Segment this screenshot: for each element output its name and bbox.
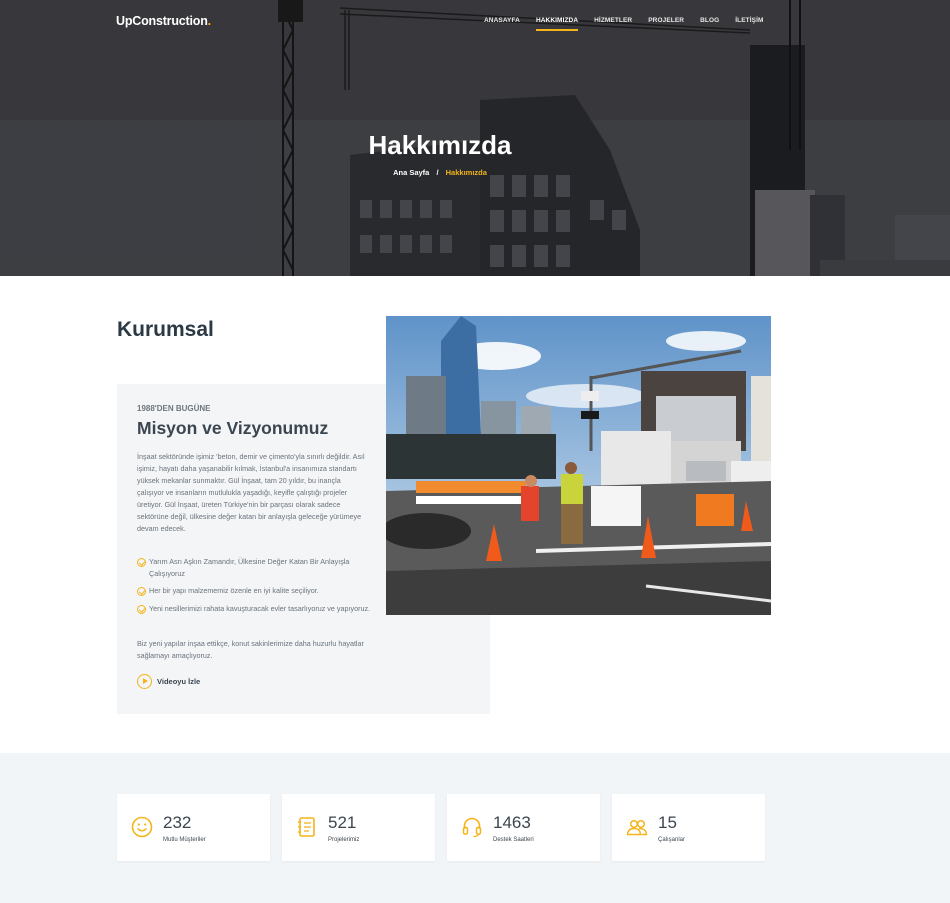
people-icon (626, 819, 648, 836)
mission-eyebrow: 1988'DEN BUGÜNE (137, 404, 211, 413)
main-nav: ANASAYFA HAKKIMIZDA HİZMETLER PROJELER B… (484, 17, 780, 31)
breadcrumb-separator: / (436, 168, 439, 177)
brand-dot: . (207, 14, 212, 28)
nav-item-blog[interactable]: BLOG (700, 17, 719, 24)
mission-paragraph: İnşaat sektöründe işimiz 'beton, demir v… (137, 452, 365, 533)
check-item-text: Yarım Asrı Aşkın Zamandır, Ülkesine Değe… (149, 557, 350, 578)
check-circle-icon (137, 605, 146, 614)
stat-label: Projelerimiz (328, 837, 360, 843)
check-item: Her bir yapı malzememiz özenle en iyi ka… (137, 585, 377, 597)
stat-card: 232 Mutlu Müşteriler (117, 794, 270, 861)
check-circle-icon (137, 558, 146, 567)
watch-video-button[interactable]: Videoyu İzle (137, 674, 200, 689)
stat-card: 1463 Destek Saatleri (447, 794, 600, 861)
journal-icon (298, 817, 315, 837)
check-item: Yeni nesillerimizi rahata kavuşturacak e… (137, 603, 377, 615)
watch-video-label: Videoyu İzle (157, 677, 201, 686)
stat-label: Destek Saatleri (493, 837, 534, 843)
nav-item-projeler[interactable]: PROJELER (648, 17, 684, 24)
mission-heading: Misyon ve Vizyonumuz (137, 418, 329, 438)
check-item-text: Yeni nesillerimizi rahata kavuşturacak e… (149, 604, 371, 613)
construction-site-image (386, 316, 771, 615)
headset-icon (462, 817, 482, 838)
breadcrumb-home[interactable]: Ana Sayfa (393, 168, 429, 177)
stat-label: Çalışanlar (658, 837, 686, 843)
nav-item-anasayfa[interactable]: ANASAYFA (484, 17, 520, 24)
mission-paragraph-2: Biz yeni yapılar inşaa ettikçe, konut sa… (137, 639, 364, 660)
stat-value: 1463 (493, 813, 531, 832)
check-item: Yarım Asrı Aşkın Zamandır, Ülkesine Değe… (137, 556, 377, 579)
stat-label: Mutlu Müşteriler (163, 837, 206, 843)
brand-logo[interactable]: UpConstruction. (116, 14, 211, 28)
nav-item-hizmetler[interactable]: HİZMETLER (594, 17, 632, 24)
stat-value: 15 (658, 813, 677, 832)
nav-item-hakkimizda[interactable]: HAKKIMIZDA (535, 17, 579, 31)
section-title: Kurumsal (117, 318, 214, 341)
hero-banner: UpConstruction. ANASAYFA HAKKIMIZDA HİZM… (0, 0, 950, 276)
stat-value: 521 (328, 813, 357, 832)
play-icon (137, 674, 152, 689)
stat-card: 521 Projelerimiz (282, 794, 435, 861)
stat-card: 15 Çalışanlar (612, 794, 765, 861)
check-circle-icon (137, 587, 146, 596)
stats-section: 232 Mutlu Müşteriler 521 Projelerimiz 14… (0, 753, 950, 903)
breadcrumb-current: Hakkımızda (445, 168, 487, 177)
smile-icon (131, 816, 153, 838)
nav-item-iletisim[interactable]: İLETİŞİM (735, 17, 763, 24)
stat-value: 232 (163, 813, 192, 832)
check-item-text: Her bir yapı malzememiz özenle en iyi ka… (149, 586, 319, 595)
brand-name: UpConstruction (116, 14, 208, 28)
breadcrumb: Ana Sayfa / Hakkımızda (0, 168, 880, 177)
page-title: Hakkımızda (368, 130, 512, 160)
